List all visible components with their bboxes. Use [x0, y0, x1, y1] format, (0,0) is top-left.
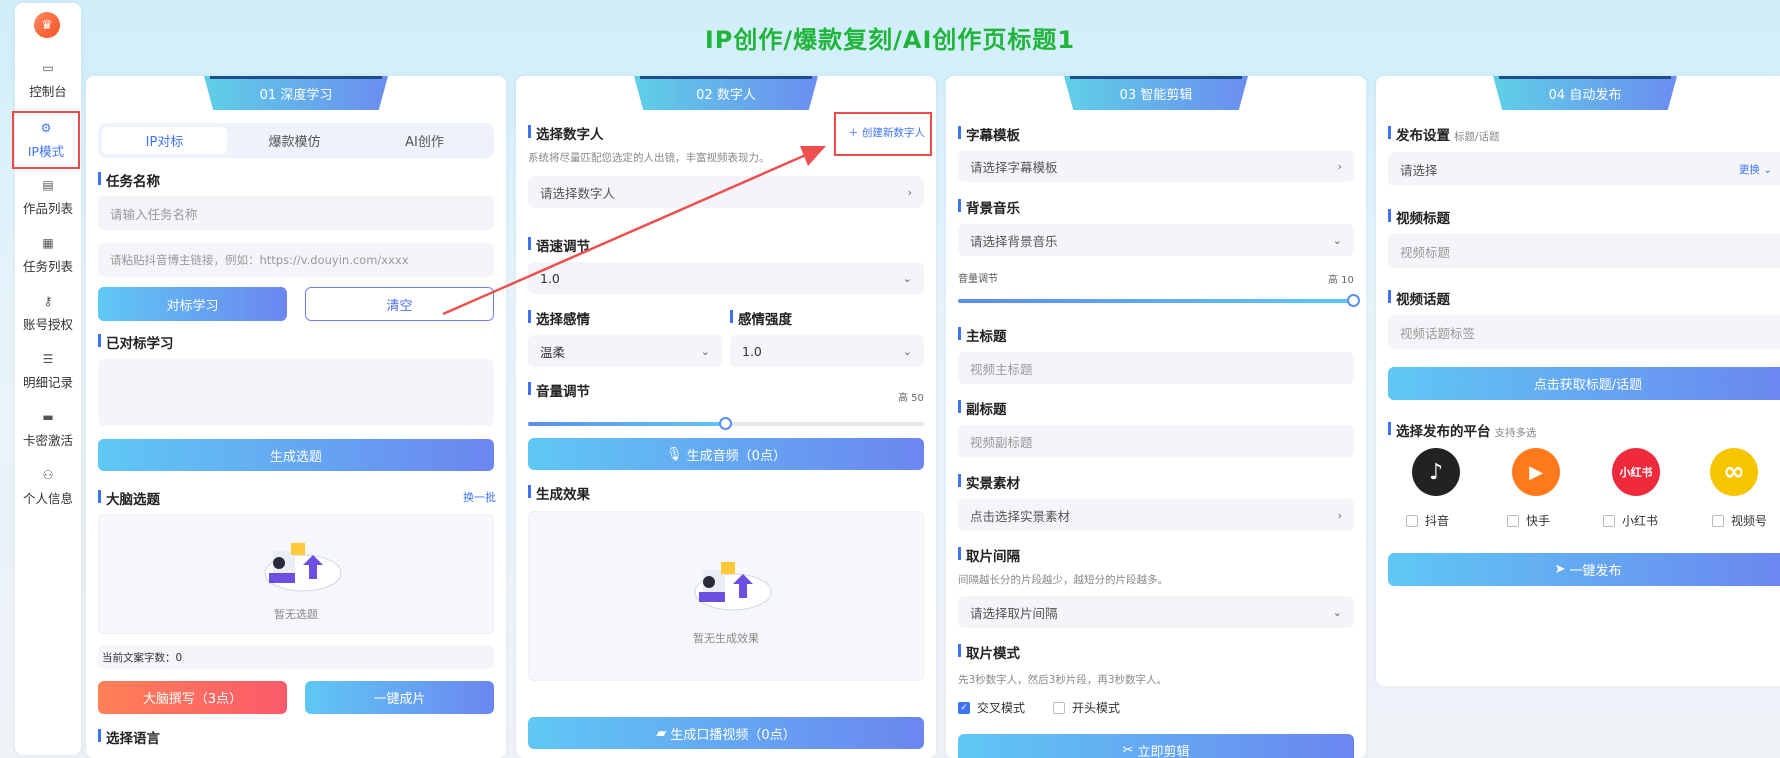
- annotation-arrow: [442, 146, 826, 316]
